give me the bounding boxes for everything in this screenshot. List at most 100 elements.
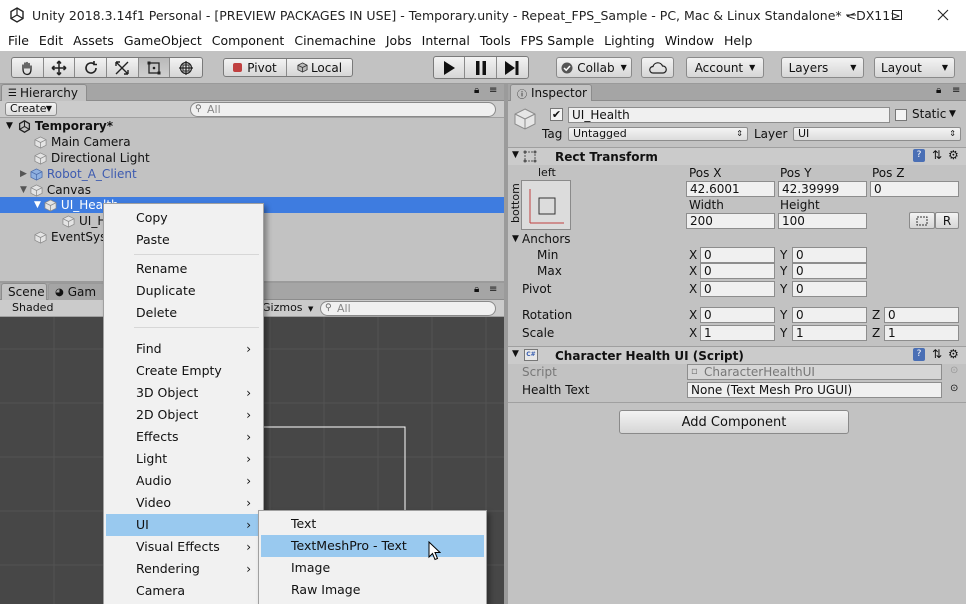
expand-arrow-icon[interactable]: ▼ (512, 234, 519, 244)
tab-scene[interactable]: Scene (1, 283, 47, 300)
menu-item-audio[interactable]: Audio › (106, 470, 261, 492)
menu-item-find[interactable]: Find › (106, 338, 261, 360)
gear-icon[interactable]: ⚙ (948, 347, 959, 361)
menu-item-video[interactable]: Video › (106, 492, 261, 514)
menu-item-2d-object[interactable]: 2D Object › (106, 404, 261, 426)
anchor-min-y-input[interactable]: 0 (792, 247, 867, 263)
object-picker-icon[interactable]: ⊙ (950, 383, 958, 394)
tab-inspector[interactable]: ⓘ Inspector (510, 84, 592, 101)
pivot-x-input[interactable]: 0 (700, 281, 775, 297)
script-component-header[interactable]: ▼ C# Character Health UI (Script) ? ⇅ ⚙ (508, 346, 966, 364)
pivot-button[interactable]: Pivot (224, 59, 288, 76)
close-button[interactable] (920, 0, 966, 30)
gizmos-dropdown[interactable]: Gizmos ▼ (262, 301, 313, 314)
step-button[interactable] (497, 57, 528, 78)
gear-icon[interactable]: ⚙ (948, 148, 959, 162)
rect-tool-button[interactable] (138, 58, 171, 77)
list-item[interactable]: Main Camera (34, 134, 131, 150)
menu-item-delete[interactable]: Delete (106, 302, 261, 324)
menu-item-create-empty[interactable]: Create Empty (106, 360, 261, 382)
add-component-button[interactable]: Add Component (619, 410, 849, 434)
rotation-y-input[interactable]: 0 (792, 307, 867, 323)
create-dropdown[interactable]: Create ▼ (5, 102, 57, 116)
lock-icon[interactable]: 🔒︎ (936, 85, 941, 96)
expand-arrow-icon[interactable]: ▼ (20, 185, 27, 195)
expand-arrow-icon[interactable]: ▼ (512, 349, 519, 359)
object-name-input[interactable]: UI_Health (568, 107, 890, 123)
menu-fps-sample[interactable]: FPS Sample (517, 33, 599, 48)
menu-item-light[interactable]: Light › (106, 448, 261, 470)
maximize-button[interactable] (874, 0, 920, 30)
list-item[interactable]: ▼ Canvas (20, 182, 91, 198)
height-input[interactable]: 100 (778, 213, 867, 229)
list-item[interactable]: UI_H (62, 213, 106, 229)
local-button[interactable]: Local (287, 59, 352, 76)
menu-window[interactable]: Window (661, 33, 718, 48)
anchor-preset-button[interactable] (521, 180, 571, 230)
raw-edit-button[interactable]: R (935, 212, 959, 229)
transform-tool-button[interactable] (170, 58, 202, 77)
menu-item-duplicate[interactable]: Duplicate (106, 280, 261, 302)
menu-item-paste[interactable]: Paste (106, 229, 261, 251)
blueprint-mode-button[interactable] (909, 212, 935, 229)
list-item[interactable]: Directional Light (34, 150, 150, 166)
scale-y-input[interactable]: 1 (792, 325, 867, 341)
menu-file[interactable]: File (4, 33, 33, 48)
panel-menu-icon[interactable]: ≡ (952, 85, 960, 96)
move-tool-button[interactable] (44, 58, 76, 77)
menu-item-visual-effects[interactable]: Visual Effects › (106, 536, 261, 558)
tab-hierarchy[interactable]: ☰ Hierarchy (1, 84, 87, 101)
menu-item-rename[interactable]: Rename (106, 258, 261, 280)
rect-transform-header[interactable]: ▼ Rect Transform ? ⇅ ⚙ (508, 147, 966, 165)
rotate-tool-button[interactable] (75, 58, 108, 77)
active-checkbox[interactable]: ✔ (550, 108, 563, 121)
menu-cinemachine[interactable]: Cinemachine (290, 33, 380, 48)
rotation-z-input[interactable]: 0 (884, 307, 959, 323)
minimize-button[interactable] (828, 0, 874, 30)
menu-edit[interactable]: Edit (35, 33, 67, 48)
scene-search-input[interactable]: ⚲ All (320, 301, 496, 316)
rotation-x-input[interactable]: 0 (700, 307, 775, 323)
health-text-object-field[interactable]: None (Text Mesh Pro UGUI) (687, 382, 942, 398)
panel-menu-icon[interactable]: ≡ (489, 284, 497, 295)
menu-jobs[interactable]: Jobs (382, 33, 416, 48)
preset-icon[interactable]: ⇅ (932, 347, 942, 361)
play-button[interactable] (434, 57, 466, 78)
menu-item-camera[interactable]: Camera (106, 580, 261, 602)
layers-dropdown[interactable]: Layers ▼ (781, 57, 864, 78)
static-checkbox[interactable] (895, 109, 907, 121)
menu-item-copy[interactable]: Copy (106, 207, 261, 229)
expand-arrow-icon[interactable]: ▶ (20, 169, 27, 179)
pos-y-input[interactable]: 42.39999 (778, 181, 867, 197)
panel-menu-icon[interactable]: ≡ (489, 85, 497, 96)
pivot-y-input[interactable]: 0 (792, 281, 867, 297)
menu-gameobject[interactable]: GameObject (120, 33, 206, 48)
account-dropdown[interactable]: Account ▼ (686, 57, 764, 78)
submenu-item-image[interactable]: Image (261, 557, 484, 579)
list-item[interactable]: EventSys (34, 229, 106, 245)
menu-component[interactable]: Component (208, 33, 289, 48)
tag-dropdown[interactable]: Untagged ⇕ (568, 127, 748, 141)
collab-dropdown[interactable]: Collab ▼ (556, 57, 632, 78)
width-input[interactable]: 200 (686, 213, 775, 229)
shading-mode-dropdown[interactable]: Shaded (12, 301, 53, 314)
hierarchy-search-input[interactable]: ⚲ All (190, 102, 496, 117)
help-book-icon[interactable]: ? (913, 348, 925, 361)
menu-assets[interactable]: Assets (69, 33, 118, 48)
scale-x-input[interactable]: 1 (700, 325, 775, 341)
layout-dropdown[interactable]: Layout ▼ (874, 57, 955, 78)
anchor-max-x-input[interactable]: 0 (700, 263, 775, 279)
anchor-min-x-input[interactable]: 0 (700, 247, 775, 263)
pause-button[interactable] (465, 57, 497, 78)
scale-z-input[interactable]: 1 (884, 325, 959, 341)
cloud-button[interactable] (641, 57, 674, 78)
pos-z-input[interactable]: 0 (870, 181, 959, 197)
menu-item-3d-object[interactable]: 3D Object › (106, 382, 261, 404)
menu-item-rendering[interactable]: Rendering › (106, 558, 261, 580)
pos-x-input[interactable]: 42.6001 (686, 181, 775, 197)
hand-tool-button[interactable] (12, 58, 44, 77)
submenu-item-text[interactable]: Text (261, 513, 484, 535)
lock-icon[interactable]: 🔒︎ (474, 284, 479, 295)
lock-icon[interactable]: 🔒︎ (474, 85, 479, 96)
anchors-foldout[interactable]: Anchors (522, 232, 571, 246)
